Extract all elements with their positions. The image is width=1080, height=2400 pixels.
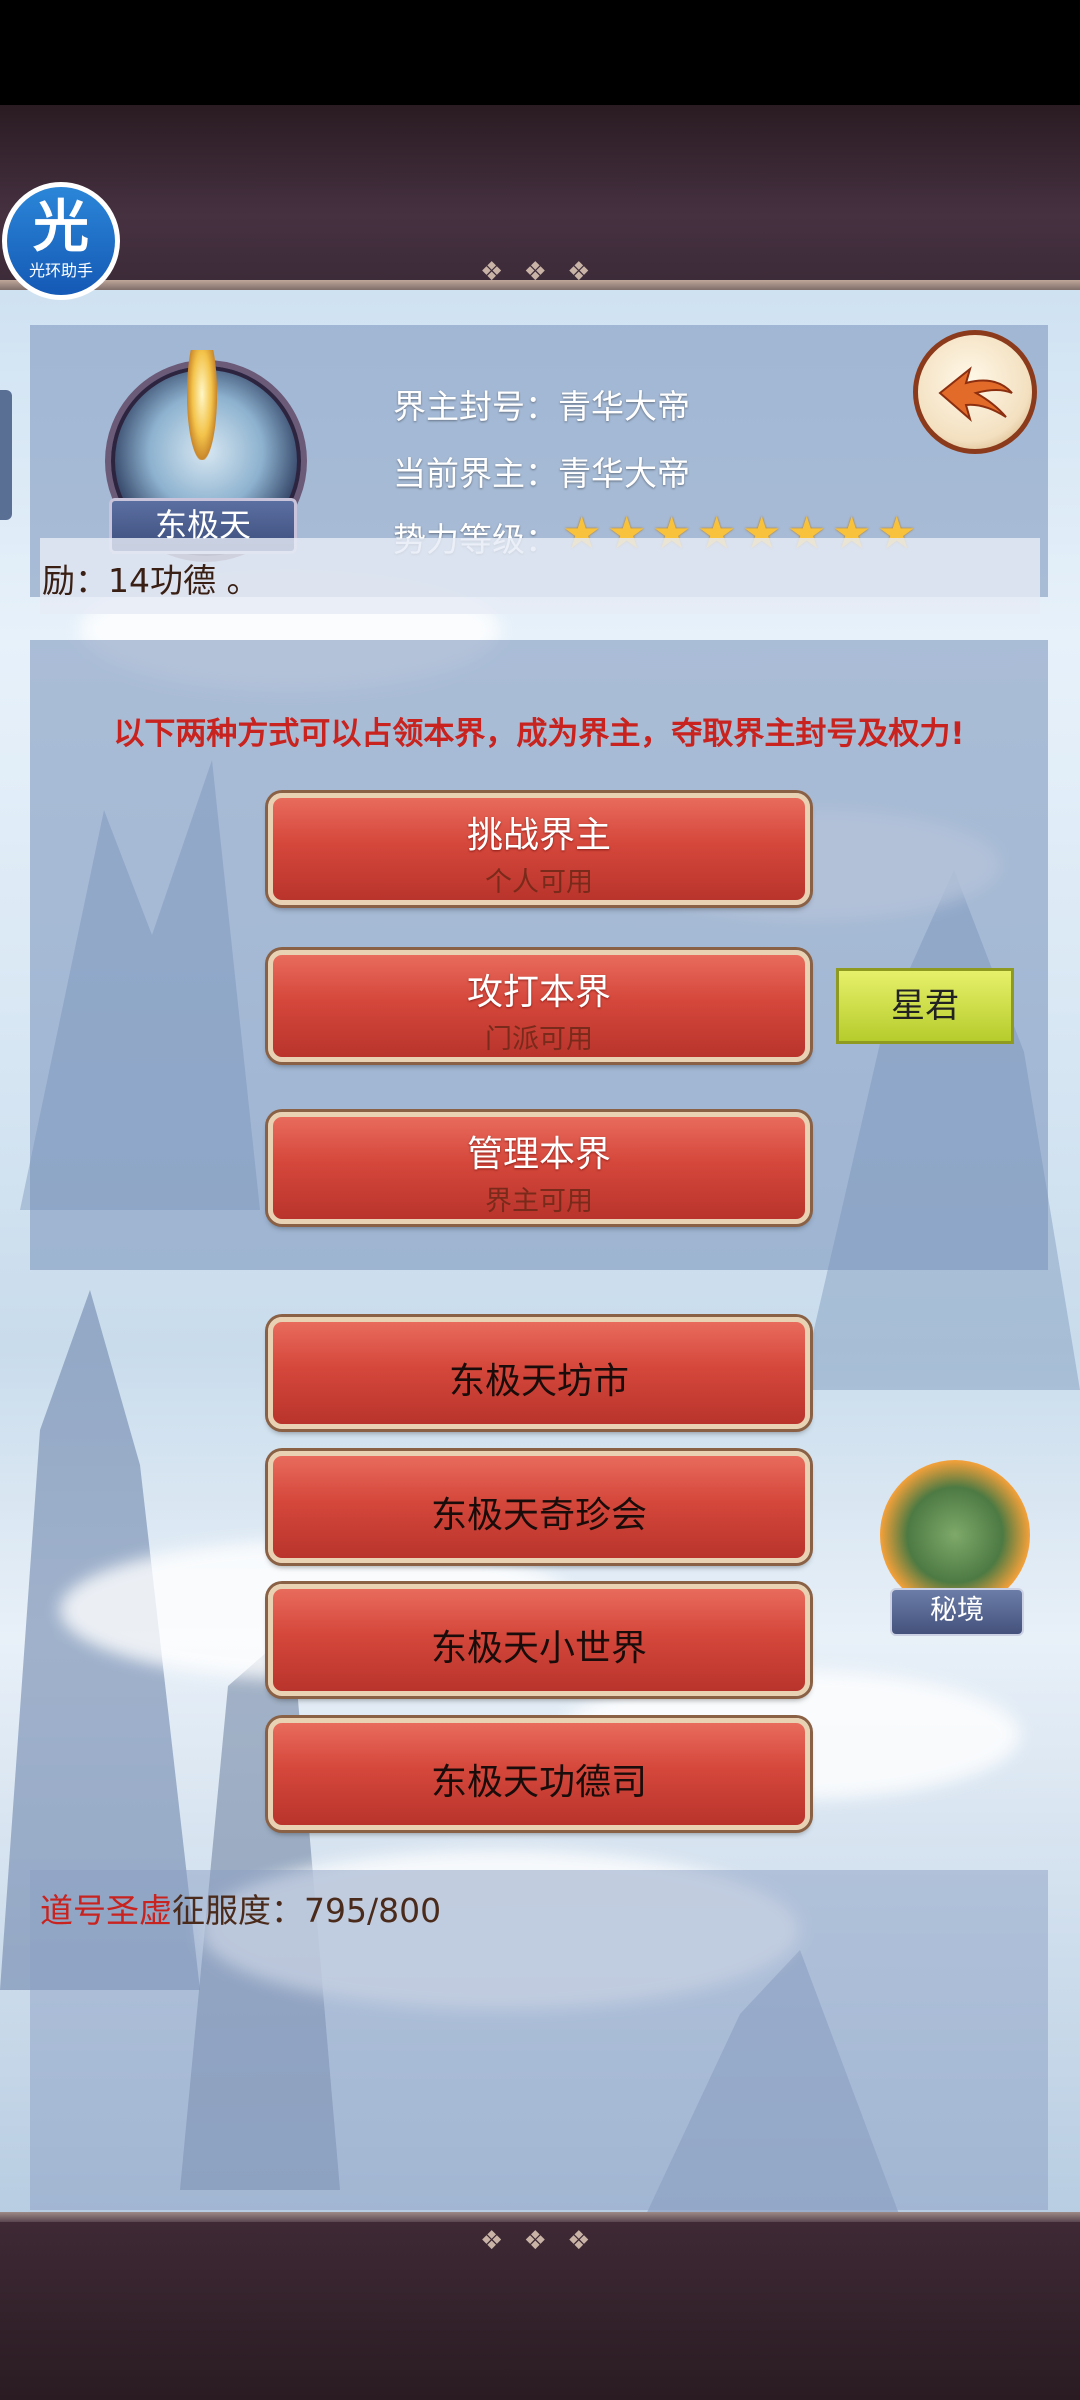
app-glyph: 光 [33, 195, 89, 260]
app-overlay-label: 光环助手 [28, 261, 93, 280]
player-title: 道号圣虚 [40, 1891, 172, 1930]
merit-office-label: 东极天功德司 [430, 1762, 647, 1803]
back-arrow-icon [938, 366, 1013, 422]
reward-strip: 励：14功德 。 [40, 538, 1040, 614]
treasure-auction-button[interactable]: 东极天奇珍会 [268, 1451, 810, 1563]
challenge-lord-button[interactable]: 挑战界主 个人可用 [268, 793, 810, 905]
back-button[interactable] [913, 330, 1037, 454]
treasure-auction-label: 东极天奇珍会 [430, 1495, 647, 1536]
realm-title-line: 界主封号：青华大帝 [393, 387, 690, 426]
market-label: 东极天坊市 [448, 1361, 629, 1402]
claim-notice: 以下两种方式可以占领本界，成为界主，夺取界主封号及权力! [113, 716, 965, 752]
conquest-line: 道号圣虚征服度：795/800 [40, 1884, 441, 1932]
manage-realm-button[interactable]: 管理本界 界主可用 [268, 1112, 810, 1224]
side-drawer-handle[interactable] [0, 390, 12, 520]
merit-office-button[interactable]: 东极天功德司 [268, 1718, 810, 1830]
challenge-lord-label: 挑战界主 [466, 815, 611, 856]
realm-lord-line: 当前界主：青华大帝 [393, 454, 690, 493]
conquest-progress: 征服度：795/800 [172, 1891, 442, 1930]
manage-realm-sub: 界主可用 [485, 1186, 593, 1217]
secret-realm-label: 秘境 [890, 1588, 1024, 1636]
bottom-ornament: ❖ ❖ ❖ [480, 2226, 597, 2256]
small-world-label: 东极天小世界 [430, 1628, 647, 1669]
bottom-decor-band: ❖ ❖ ❖ [0, 2212, 1080, 2400]
manage-realm-label: 管理本界 [466, 1134, 611, 1175]
realm-emblem: 东极天 [95, 350, 315, 570]
attack-realm-sub: 门派可用 [485, 1024, 593, 1055]
conquest-status-panel: 道号圣虚征服度：795/800 [30, 1870, 1048, 2210]
small-world-button[interactable]: 东极天小世界 [268, 1584, 810, 1696]
emblem-flame-icon [187, 350, 217, 460]
attack-realm-button[interactable]: 攻打本界 门派可用 [268, 950, 810, 1062]
attack-realm-label: 攻打本界 [466, 972, 611, 1013]
reward-text: 励：14功德 。 [42, 561, 260, 600]
market-button[interactable]: 东极天坊市 [268, 1317, 810, 1429]
app-overlay-button[interactable]: 光 光环助手 [2, 182, 120, 300]
top-ornament: ❖ ❖ ❖ [480, 257, 597, 287]
top-decor-band: ❖ ❖ ❖ [0, 105, 1080, 290]
xingjun-button[interactable]: 星君 [836, 968, 1014, 1044]
app-logo-icon: 光 光环助手 [7, 187, 115, 295]
status-bar [0, 0, 1080, 105]
challenge-lord-sub: 个人可用 [485, 867, 593, 898]
secret-realm-button[interactable]: 秘境 [870, 1460, 1040, 1650]
